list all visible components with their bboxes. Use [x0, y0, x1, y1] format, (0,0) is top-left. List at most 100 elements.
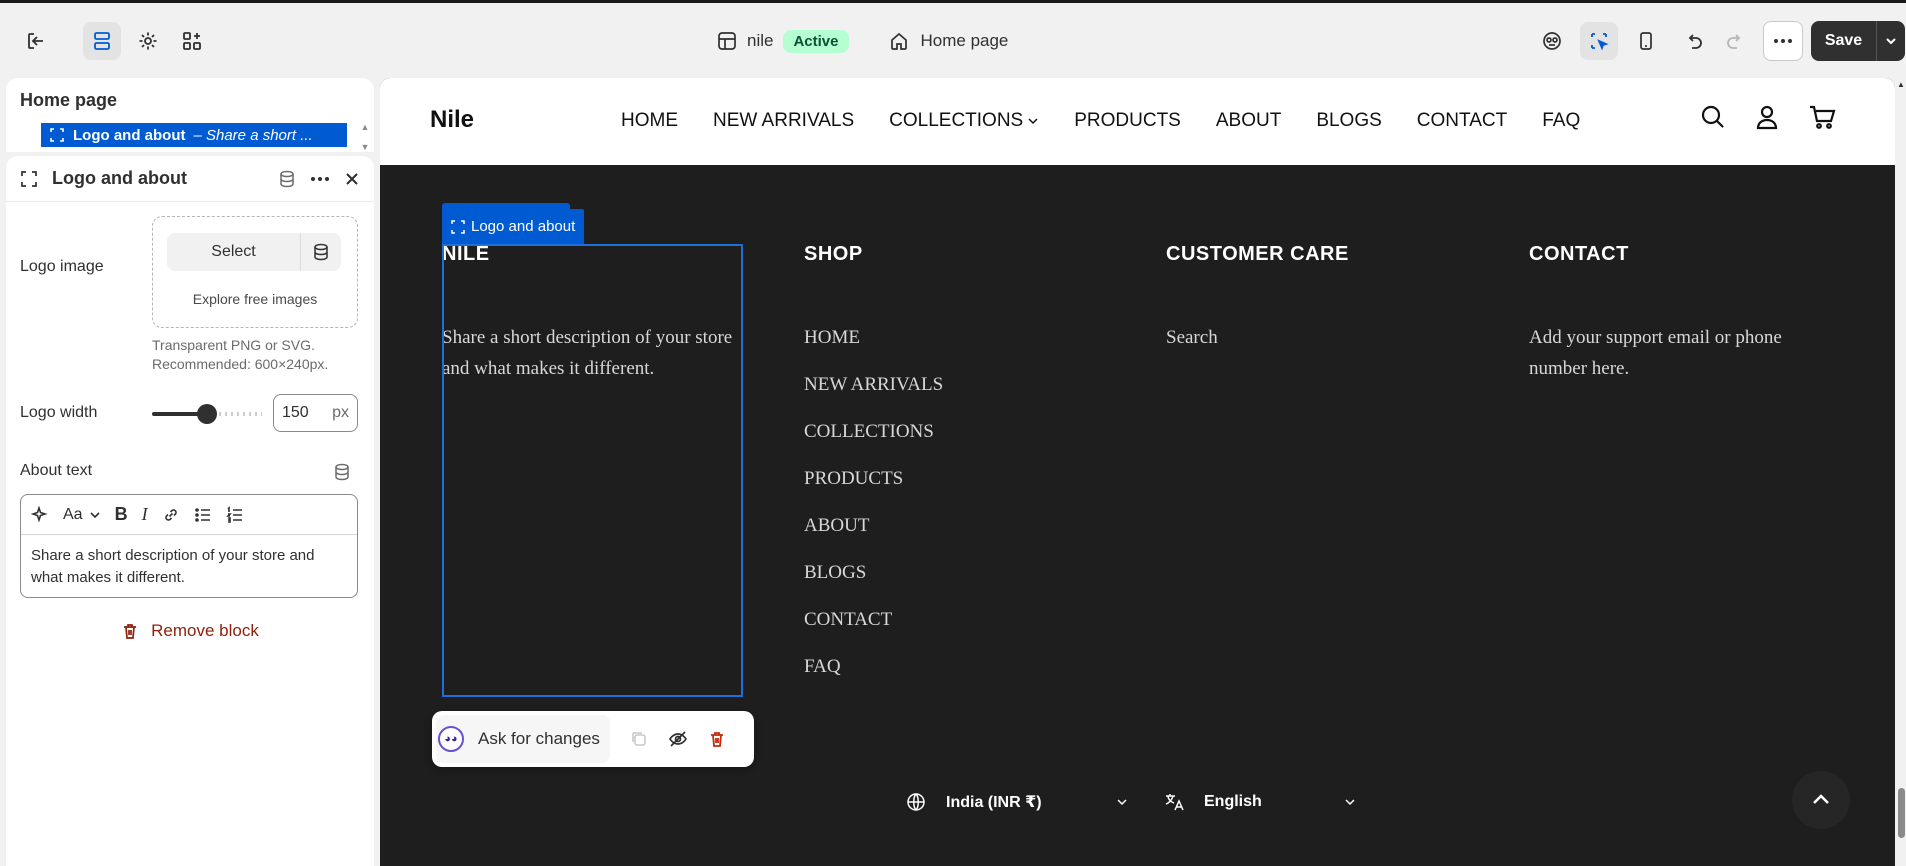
block-icon [50, 128, 64, 142]
search-icon[interactable] [1700, 104, 1726, 130]
explore-free-images-link[interactable]: Explore free images [153, 291, 357, 307]
store-name[interactable]: nile [747, 31, 773, 51]
hint-line-1: Transparent PNG or SVG. [152, 337, 315, 353]
panel-header: Logo and about [6, 156, 374, 202]
tree-item-label: Logo and about [73, 126, 186, 144]
save-button[interactable]: Save [1811, 21, 1877, 61]
close-icon[interactable] [344, 171, 360, 187]
footer-customer-care: CUSTOMER CARE Search [1166, 243, 1466, 361]
text-style-icon[interactable]: Aa [63, 506, 101, 524]
about-text-editor: Aa B I Share a short description of your… [20, 494, 358, 598]
home-icon [890, 32, 907, 50]
page-selector[interactable]: Home page [889, 31, 1009, 51]
more-icon[interactable] [310, 176, 330, 182]
footer-link-new-arrivals[interactable]: NEW ARRIVALS [804, 361, 1104, 408]
logo-width-input[interactable]: 150 px [273, 394, 358, 432]
cart-icon[interactable] [1808, 104, 1836, 130]
about-text-label: About text [20, 462, 93, 479]
store-nav: HOME NEW ARRIVALS COLLECTIONS PRODUCTS A… [621, 110, 1580, 132]
bulleted-list-icon[interactable] [194, 506, 212, 524]
language-selector[interactable]: English [1164, 792, 1356, 812]
logo-width-label: Logo width [20, 404, 98, 421]
duplicate-icon[interactable] [630, 730, 648, 748]
footer-contact-title: CONTACT [1529, 243, 1629, 265]
footer-link-search[interactable]: Search [1166, 314, 1466, 361]
selection-tag-label: Logo and about [471, 218, 576, 235]
nav-item-contact[interactable]: CONTACT [1417, 110, 1507, 132]
more-actions-button[interactable] [1763, 21, 1803, 61]
redo-icon[interactable] [1716, 22, 1754, 60]
scroll-to-top-button[interactable] [1792, 771, 1850, 829]
nav-item-collections[interactable]: COLLECTIONS [889, 110, 1039, 132]
inspector-icon[interactable] [1580, 22, 1618, 60]
dynamic-source-icon[interactable] [278, 170, 296, 188]
tree-item-logo-and-about[interactable]: Logo and about – Share a short ... [41, 123, 347, 147]
nav-item-blogs[interactable]: BLOGS [1316, 110, 1381, 132]
ask-for-changes-button[interactable]: ◕◕ Ask for changes [436, 715, 610, 763]
chevron-down-icon [1886, 38, 1896, 45]
nav-item-home[interactable]: HOME [621, 110, 678, 132]
logo-image-hint: Transparent PNG or SVG. Recommended: 600… [152, 336, 328, 374]
select-image-button[interactable]: Select [167, 233, 301, 271]
dynamic-source-icon[interactable] [333, 463, 351, 481]
footer-care-title: CUSTOMER CARE [1166, 243, 1349, 265]
selection-outline [442, 244, 743, 697]
footer-contact-text: Add your support email or phone number h… [1529, 327, 1782, 379]
tree-item-desc: – Share a short ... [193, 126, 313, 144]
section-tree: Home page Logo and about – Share a short… [6, 78, 374, 152]
remove-block-button[interactable]: Remove block [6, 621, 374, 641]
template-title: Home page [20, 90, 118, 110]
apps-icon[interactable] [173, 22, 211, 60]
footer-link-about[interactable]: ABOUT [804, 502, 1104, 549]
bold-icon[interactable]: B [115, 504, 128, 525]
country-value: India (INR ₹) [946, 794, 1042, 811]
preview-scrollbar[interactable]: ▲ [1897, 78, 1906, 866]
dynamic-source-button[interactable] [301, 233, 341, 271]
top-bar: nile Active Home page Save [0, 0, 1906, 74]
page-name: Home page [920, 31, 1009, 50]
save-dropdown-button[interactable] [1877, 21, 1905, 61]
scroll-up-arrow[interactable]: ▲ [1897, 80, 1905, 89]
trash-icon[interactable] [708, 730, 726, 748]
footer-link-products[interactable]: PRODUCTS [804, 455, 1104, 502]
nav-item-faq[interactable]: FAQ [1542, 110, 1580, 132]
block-icon [451, 219, 465, 234]
gear-icon[interactable] [129, 22, 167, 60]
link-icon[interactable] [162, 506, 180, 524]
italic-icon[interactable]: I [142, 504, 148, 525]
nav-item-new-arrivals[interactable]: NEW ARRIVALS [713, 110, 854, 132]
footer-link-collections[interactable]: COLLECTIONS [804, 408, 1104, 455]
footer-link-home[interactable]: HOME [804, 314, 1104, 361]
numbered-list-icon[interactable] [225, 505, 244, 524]
remove-block-label: Remove block [151, 621, 259, 640]
logo-width-unit: px [332, 404, 349, 421]
about-text-content[interactable]: Share a short description of your store … [21, 535, 357, 597]
account-icon[interactable] [1754, 104, 1780, 130]
store-logo[interactable]: Nile [430, 106, 474, 134]
exit-icon[interactable] [17, 22, 55, 60]
mobile-view-icon[interactable] [1627, 22, 1665, 60]
globe-icon [907, 793, 925, 811]
selection-tag[interactable]: Logo and about [442, 209, 585, 244]
store-header-icons [1700, 104, 1836, 130]
footer-link-contact[interactable]: CONTACT [804, 596, 1104, 643]
sections-icon[interactable] [83, 22, 121, 60]
scrollbar-thumb[interactable] [1898, 788, 1905, 838]
sidekick-icon[interactable] [1533, 22, 1571, 60]
hide-icon[interactable] [668, 730, 688, 748]
footer-link-faq[interactable]: FAQ [804, 643, 1104, 690]
nav-item-products[interactable]: PRODUCTS [1074, 110, 1181, 132]
slider-thumb[interactable] [197, 404, 217, 424]
store-header: Nile HOME NEW ARRIVALS COLLECTIONS PRODU… [380, 78, 1895, 165]
chevron-down-icon [1028, 118, 1038, 125]
nav-item-about[interactable]: ABOUT [1216, 110, 1281, 132]
magic-icon[interactable] [31, 505, 49, 524]
tree-scrollbar[interactable]: ▲ ▼ [358, 122, 372, 152]
logo-image-picker[interactable]: Select Explore free images [152, 216, 358, 328]
select-group: Select [167, 233, 341, 271]
undo-icon[interactable] [1675, 22, 1713, 60]
editor-toolbar: Aa B I [21, 495, 357, 535]
footer-link-blogs[interactable]: BLOGS [804, 549, 1104, 596]
country-selector[interactable]: India (INR ₹) [906, 792, 1128, 812]
translate-icon [1165, 794, 1184, 811]
